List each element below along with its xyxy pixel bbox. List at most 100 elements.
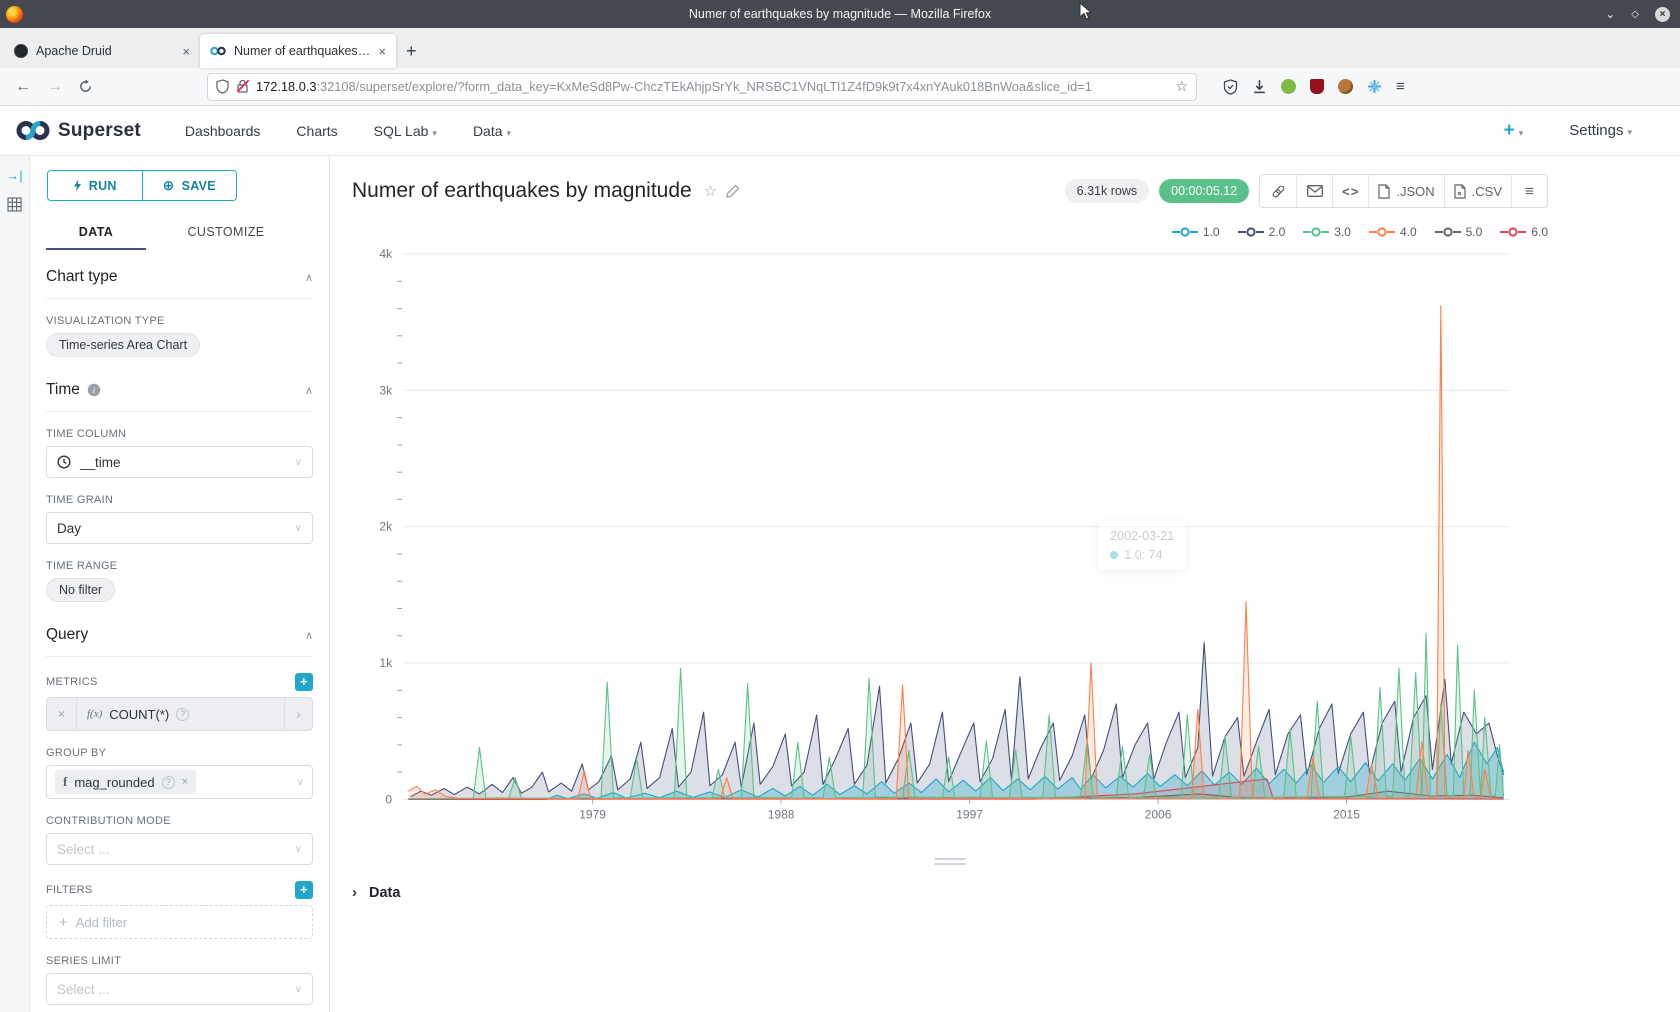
chevron-down-icon: ∨ (297, 777, 304, 788)
group-by-pill[interactable]: f mag_rounded ? × (55, 770, 196, 794)
run-button[interactable]: RUN (48, 171, 142, 200)
chevron-down-icon: ∨ (295, 984, 302, 995)
time-column-select[interactable]: __time ∨ (46, 446, 313, 478)
expand-dataset-panel-icon[interactable]: →| (6, 168, 22, 183)
chevron-down-icon: ∨ (295, 523, 302, 534)
time-column-label: TIME COLUMN (46, 428, 313, 440)
group-by-label: GROUP BY (46, 747, 313, 759)
insecure-lock-icon[interactable] (236, 79, 249, 94)
data-panel-resize-handle[interactable] (352, 854, 1548, 868)
tab-customize[interactable]: CUSTOMIZE (146, 215, 306, 250)
section-header[interactable]: Time i ∧ (46, 381, 313, 412)
window-titlebar: Numer of earthquakes by magnitude — Mozi… (0, 0, 1680, 28)
window-close-icon[interactable]: × (1655, 7, 1670, 22)
legend-label: 4.0 (1400, 225, 1417, 239)
cookie-extension-icon[interactable] (1338, 79, 1353, 94)
group-by-select[interactable]: f mag_rounded ? × ∨ (46, 765, 313, 799)
plus-icon: + (59, 914, 68, 931)
legend-item-6.0[interactable]: 6.0 (1500, 224, 1548, 240)
dataset-grid-icon[interactable] (7, 197, 22, 212)
window-minimize-icon[interactable]: ⌄ (1605, 7, 1615, 21)
nav-item-charts[interactable]: Charts (278, 123, 355, 139)
chart-menu-button[interactable]: ≡ (1511, 175, 1547, 207)
placeholder: Select ... (57, 842, 110, 857)
save-button[interactable]: ⊕ SAVE (142, 171, 237, 200)
export-csv-button[interactable]: .CSV (1444, 175, 1511, 207)
back-button[interactable]: ← (10, 78, 36, 96)
url-field[interactable]: 172.18.0.3:32108/superset/explore/?form_… (207, 73, 1197, 101)
svg-text:1k: 1k (379, 656, 393, 670)
contribution-mode-select[interactable]: Select ... ∨ (46, 833, 313, 865)
window-restore-icon[interactable]: ◇ (1631, 9, 1639, 20)
remove-metric-icon[interactable]: × (47, 698, 77, 730)
new-chart-button[interactable]: +▾ (1504, 120, 1524, 142)
browser-toolbar: ← → 172.18.0.3:32108/superset/explore/?f… (0, 68, 1680, 106)
svg-text:2015: 2015 (1333, 807, 1360, 821)
pocket-shield-icon[interactable] (1223, 79, 1238, 95)
timeseries-area-chart[interactable]: 01k2k3k4k19791988199720062015 (352, 242, 1548, 828)
section-header[interactable]: Query ∧ (46, 626, 313, 657)
chart-canvas[interactable]: 01k2k3k4k19791988199720062015 2002-03-21… (352, 242, 1548, 828)
export-json-button[interactable]: .JSON (1368, 175, 1443, 207)
ghostery-icon[interactable] (1281, 79, 1296, 94)
superset-brand[interactable]: Superset (16, 120, 141, 142)
tab-label: Numer of earthquakes by (234, 44, 370, 58)
tab-apache-druid[interactable]: Apache Druid × (4, 34, 200, 68)
data-panel-header[interactable]: › Data (352, 884, 1548, 901)
chevron-down-icon: ∨ (295, 844, 302, 855)
add-metric-button[interactable]: + (295, 673, 313, 691)
legend-item-5.0[interactable]: 5.0 (1435, 224, 1483, 240)
copy-link-button[interactable] (1260, 175, 1296, 207)
download-icon[interactable] (1252, 79, 1267, 94)
legend-label: 1.0 (1203, 225, 1220, 239)
tab-data[interactable]: DATA (46, 215, 146, 250)
chevron-right-icon[interactable]: › (284, 698, 312, 730)
control-panel: RUN ⊕ SAVE DATA CUSTOMIZE Chart type ∧ V… (30, 156, 330, 1012)
series-limit-select[interactable]: Select ... ∨ (46, 973, 313, 1005)
group-by-value: mag_rounded (74, 775, 154, 790)
new-tab-button[interactable]: + (406, 41, 417, 62)
legend-label: 3.0 (1334, 225, 1351, 239)
filters-label: FILTERS + (46, 881, 313, 899)
forward-button[interactable]: → (42, 78, 68, 96)
legend-marker-icon (1369, 227, 1395, 237)
tab-close-icon[interactable]: × (378, 44, 386, 59)
viz-type-pill[interactable]: Time-series Area Chart (46, 333, 200, 357)
tracking-shield-icon[interactable] (216, 79, 229, 94)
email-button[interactable] (1296, 175, 1332, 207)
tab-close-icon[interactable]: × (182, 44, 190, 59)
time-grain-value: Day (57, 521, 81, 536)
time-range-pill[interactable]: No filter (46, 578, 115, 602)
reload-button[interactable] (78, 79, 93, 94)
time-grain-select[interactable]: Day ∨ (46, 512, 313, 544)
legend-item-1.0[interactable]: 1.0 (1172, 224, 1220, 240)
mouse-cursor (1078, 2, 1092, 22)
embed-code-button[interactable]: <> (1332, 175, 1368, 207)
edit-title-icon[interactable] (725, 184, 740, 199)
favorite-star-icon[interactable]: ☆ (704, 182, 717, 200)
metric-pill[interactable]: × f(x) COUNT(*) ? › (46, 697, 313, 731)
nav-item-data[interactable]: Data▾ (455, 123, 529, 139)
multi-account-icon[interactable] (1367, 79, 1382, 94)
legend-item-3.0[interactable]: 3.0 (1303, 224, 1351, 240)
nav-item-sql-lab[interactable]: SQL Lab▾ (356, 123, 455, 139)
url-host: 172.18.0.3 (256, 79, 317, 94)
legend-item-4.0[interactable]: 4.0 (1369, 224, 1417, 240)
section-query: Query ∧ METRICS + × f(x) COUNT(*) ? › GR… (46, 626, 313, 1012)
nav-item-dashboards[interactable]: Dashboards (167, 123, 279, 139)
bolt-icon (73, 179, 82, 192)
section-header[interactable]: Chart type ∧ (46, 268, 313, 299)
ublock-icon[interactable] (1310, 79, 1324, 94)
firefox-menu-icon[interactable]: ≡ (1396, 78, 1405, 95)
caret-down-icon: ▾ (432, 128, 437, 138)
settings-menu[interactable]: Settings▾ (1551, 122, 1650, 139)
url-text[interactable]: 172.18.0.3:32108/superset/explore/?form_… (256, 79, 1168, 94)
legend-item-2.0[interactable]: 2.0 (1238, 224, 1286, 240)
caret-down-icon: ▾ (1627, 127, 1632, 137)
add-filter-button[interactable]: + (295, 881, 313, 899)
tab-superset-chart[interactable]: Numer of earthquakes by × (200, 34, 396, 68)
add-filter-dropzone[interactable]: + Add filter (46, 905, 313, 939)
legend-label: 2.0 (1269, 225, 1286, 239)
remove-icon[interactable]: × (182, 776, 188, 788)
bookmark-star-icon[interactable]: ☆ (1175, 78, 1188, 95)
